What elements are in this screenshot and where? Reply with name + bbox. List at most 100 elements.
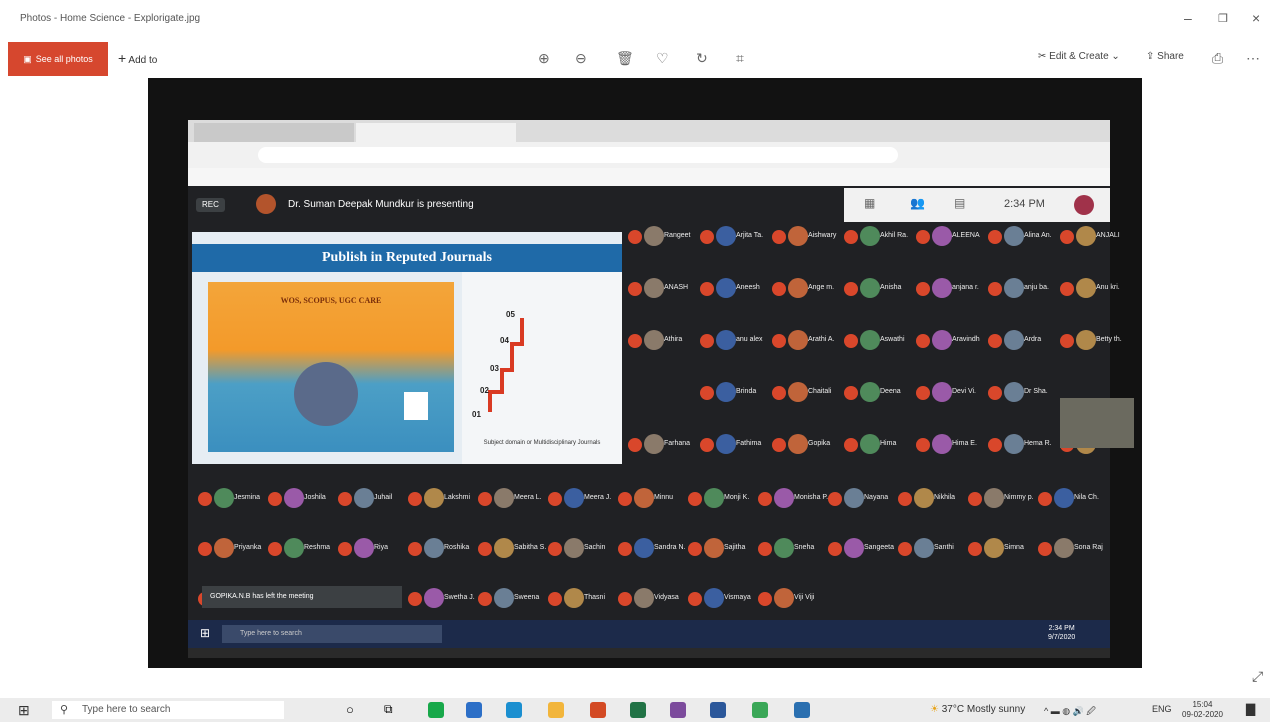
participant-name: Athira <box>664 336 683 343</box>
participant-tile: anu alex <box>700 330 770 352</box>
participant-avatar <box>716 382 736 402</box>
edge-icon[interactable] <box>506 702 522 718</box>
muted-mic-icon <box>844 386 858 400</box>
zoom-out-icon[interactable]: ⊖ <box>575 50 587 67</box>
edit-create-button[interactable]: ✂ Edit & Create ⌄ <box>1038 51 1120 62</box>
maximize-button[interactable]: ❐ <box>1218 12 1228 25</box>
participant-avatar <box>788 226 808 246</box>
chrome-icon[interactable] <box>752 702 768 718</box>
participant-tile: anju ba. <box>988 278 1058 300</box>
participant-name: Fathima <box>736 440 762 447</box>
participant-name: Sandra N. <box>654 544 686 551</box>
participant-tile: Sona Raj <box>1038 538 1108 560</box>
cortana-icon[interactable]: ○ <box>346 702 362 718</box>
weather-widget[interactable]: ☀ 37°C Mostly sunny <box>930 704 1025 715</box>
muted-mic-icon <box>916 386 930 400</box>
participant-avatar <box>354 488 374 508</box>
participant-avatar <box>860 382 880 402</box>
excel-icon[interactable] <box>630 702 646 718</box>
participant-tile: Sneha <box>758 538 828 560</box>
participant-tile: Sachin <box>548 538 618 560</box>
muted-mic-icon <box>968 542 982 556</box>
participant-avatar <box>716 330 736 350</box>
share-button[interactable]: ⇪ Share <box>1146 51 1184 62</box>
taskbar-clock[interactable]: 15:04 09-02-2020 <box>1182 700 1223 720</box>
print-icon[interactable]: ⎙ <box>1212 50 1223 67</box>
participant-name: Sabitha S. <box>514 544 547 551</box>
grid-icon: ▦ <box>864 196 876 210</box>
participant-name: Ange m. <box>808 284 835 291</box>
participant-name: Aswathi <box>880 336 905 343</box>
muted-mic-icon <box>628 282 642 296</box>
add-to-button[interactable]: + Add to <box>118 50 157 66</box>
search-icon: ⚲ <box>60 704 69 716</box>
people-icon: 👥 <box>910 196 925 210</box>
expand-icon[interactable]: ⤢ <box>1252 668 1263 685</box>
start-button[interactable]: ⊞ <box>18 703 32 717</box>
muted-mic-icon <box>1060 282 1074 296</box>
crop-icon[interactable]: ⌗ <box>736 50 744 67</box>
plus-icon: + <box>118 50 127 66</box>
participant-tile: Hima <box>844 434 914 456</box>
participant-tile: Viji Viji <box>758 588 828 610</box>
muted-mic-icon <box>828 492 842 506</box>
notification-icon[interactable]: ▇ <box>1246 702 1255 716</box>
recording-badge: REC <box>196 198 225 212</box>
slide-subtitle: WOS, SCOPUS, UGC CARE <box>280 296 382 305</box>
participant-name: Sachin <box>584 544 606 551</box>
file-explorer-icon[interactable] <box>548 702 564 718</box>
close-button[interactable]: × <box>1252 10 1260 26</box>
participant-name: Hima E. <box>952 440 977 447</box>
rotate-icon[interactable]: ↻ <box>696 50 708 67</box>
muted-mic-icon <box>408 542 422 556</box>
edit-create-label: Edit & Create <box>1049 51 1109 62</box>
participant-name: Arathi A. <box>808 336 835 343</box>
participant-name: Juhail <box>374 494 393 501</box>
weather-label: 37°C Mostly sunny <box>941 704 1026 715</box>
zoom-in-icon[interactable]: ⊕ <box>538 50 550 67</box>
muted-mic-icon <box>844 282 858 296</box>
sun-icon: ☀ <box>930 704 939 715</box>
see-all-photos-button[interactable]: ▣ See all photos <box>8 42 108 76</box>
muted-mic-icon <box>628 438 642 452</box>
language-indicator[interactable]: ENG <box>1152 704 1172 714</box>
url-box <box>258 147 898 163</box>
muted-mic-icon <box>478 542 492 556</box>
task-view-icon[interactable]: ⧉ <box>384 702 400 718</box>
participant-avatar <box>1004 330 1024 350</box>
participant-name: Sona Raj <box>1074 544 1103 551</box>
tray-icons[interactable]: ^ ▬ ◍ 🔊 🖉 <box>1044 704 1096 720</box>
media-player-icon[interactable] <box>428 702 444 718</box>
favorite-icon[interactable]: ♡ <box>656 50 669 67</box>
participant-avatar <box>644 226 664 246</box>
inner-clock-date: 9/7/2020 <box>1048 634 1076 641</box>
browser-tab-strip <box>188 120 1110 142</box>
participant-avatar <box>984 538 1004 558</box>
participant-tile: Hema R. <box>988 434 1058 456</box>
muted-mic-icon <box>844 438 858 452</box>
word-icon[interactable] <box>710 702 726 718</box>
taskbar-search-box[interactable]: Type here to search <box>52 701 284 719</box>
participant-tile: Nila Ch. <box>1038 488 1108 510</box>
muted-mic-icon <box>700 230 714 244</box>
participant-name: anjana r. <box>952 284 979 291</box>
muted-mic-icon <box>772 438 786 452</box>
participant-avatar <box>424 588 444 608</box>
muted-mic-icon <box>772 230 786 244</box>
participant-name: Swetha J. <box>444 594 475 601</box>
mail-icon[interactable] <box>466 702 482 718</box>
office-icon[interactable] <box>590 702 606 718</box>
slide-image-box: WOS, SCOPUS, UGC CARE <box>208 282 454 452</box>
participant-name: Monisha P. <box>794 494 829 501</box>
participant-avatar <box>1076 278 1096 298</box>
minimize-button[interactable]: – <box>1184 10 1192 26</box>
onenote-icon[interactable] <box>670 702 686 718</box>
muted-mic-icon <box>338 492 352 506</box>
muted-mic-icon <box>548 542 562 556</box>
participant-avatar <box>644 434 664 454</box>
muted-mic-icon <box>1038 492 1052 506</box>
more-options-icon[interactable]: ⋯ <box>1246 50 1260 67</box>
participant-avatar <box>704 588 724 608</box>
photos-app-icon[interactable] <box>794 702 810 718</box>
delete-icon[interactable]: 🗑 <box>616 50 634 67</box>
